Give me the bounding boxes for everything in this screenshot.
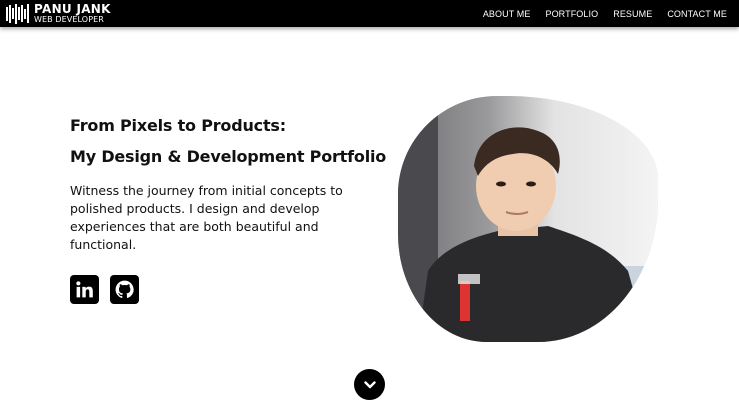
top-navbar: PANU JANK WEB DEVELOPER ABOUT ME PORTFOL… — [0, 0, 739, 27]
nav-item-contact[interactable]: CONTACT ME — [667, 9, 727, 19]
nav-item-about[interactable]: ABOUT ME — [483, 9, 531, 19]
linkedin-icon — [76, 281, 93, 298]
nav-item-portfolio[interactable]: PORTFOLIO — [545, 9, 598, 19]
hero-description: Witness the journey from initial concept… — [70, 183, 343, 252]
profile-photo — [398, 96, 658, 342]
brand-name: PANU JANK — [34, 2, 111, 16]
github-icon — [115, 280, 134, 299]
hero-title-line1: From Pixels to Products: — [70, 116, 286, 135]
hero-title-line2: My Design & Development Portfolio — [70, 147, 387, 166]
brand-role: WEB DEVELOPER — [34, 15, 104, 24]
brand[interactable]: PANU JANK WEB DEVELOPER — [6, 3, 111, 24]
github-link[interactable] — [110, 275, 139, 304]
linkedin-link[interactable] — [70, 275, 99, 304]
portrait-illustration — [398, 96, 658, 342]
chevron-down-icon — [363, 380, 376, 388]
nav-links: ABOUT ME PORTFOLIO RESUME CONTACT ME — [483, 0, 727, 27]
nav-item-resume[interactable]: RESUME — [613, 9, 652, 19]
sound-bars-icon — [6, 3, 29, 24]
scroll-down-button[interactable] — [354, 369, 385, 400]
